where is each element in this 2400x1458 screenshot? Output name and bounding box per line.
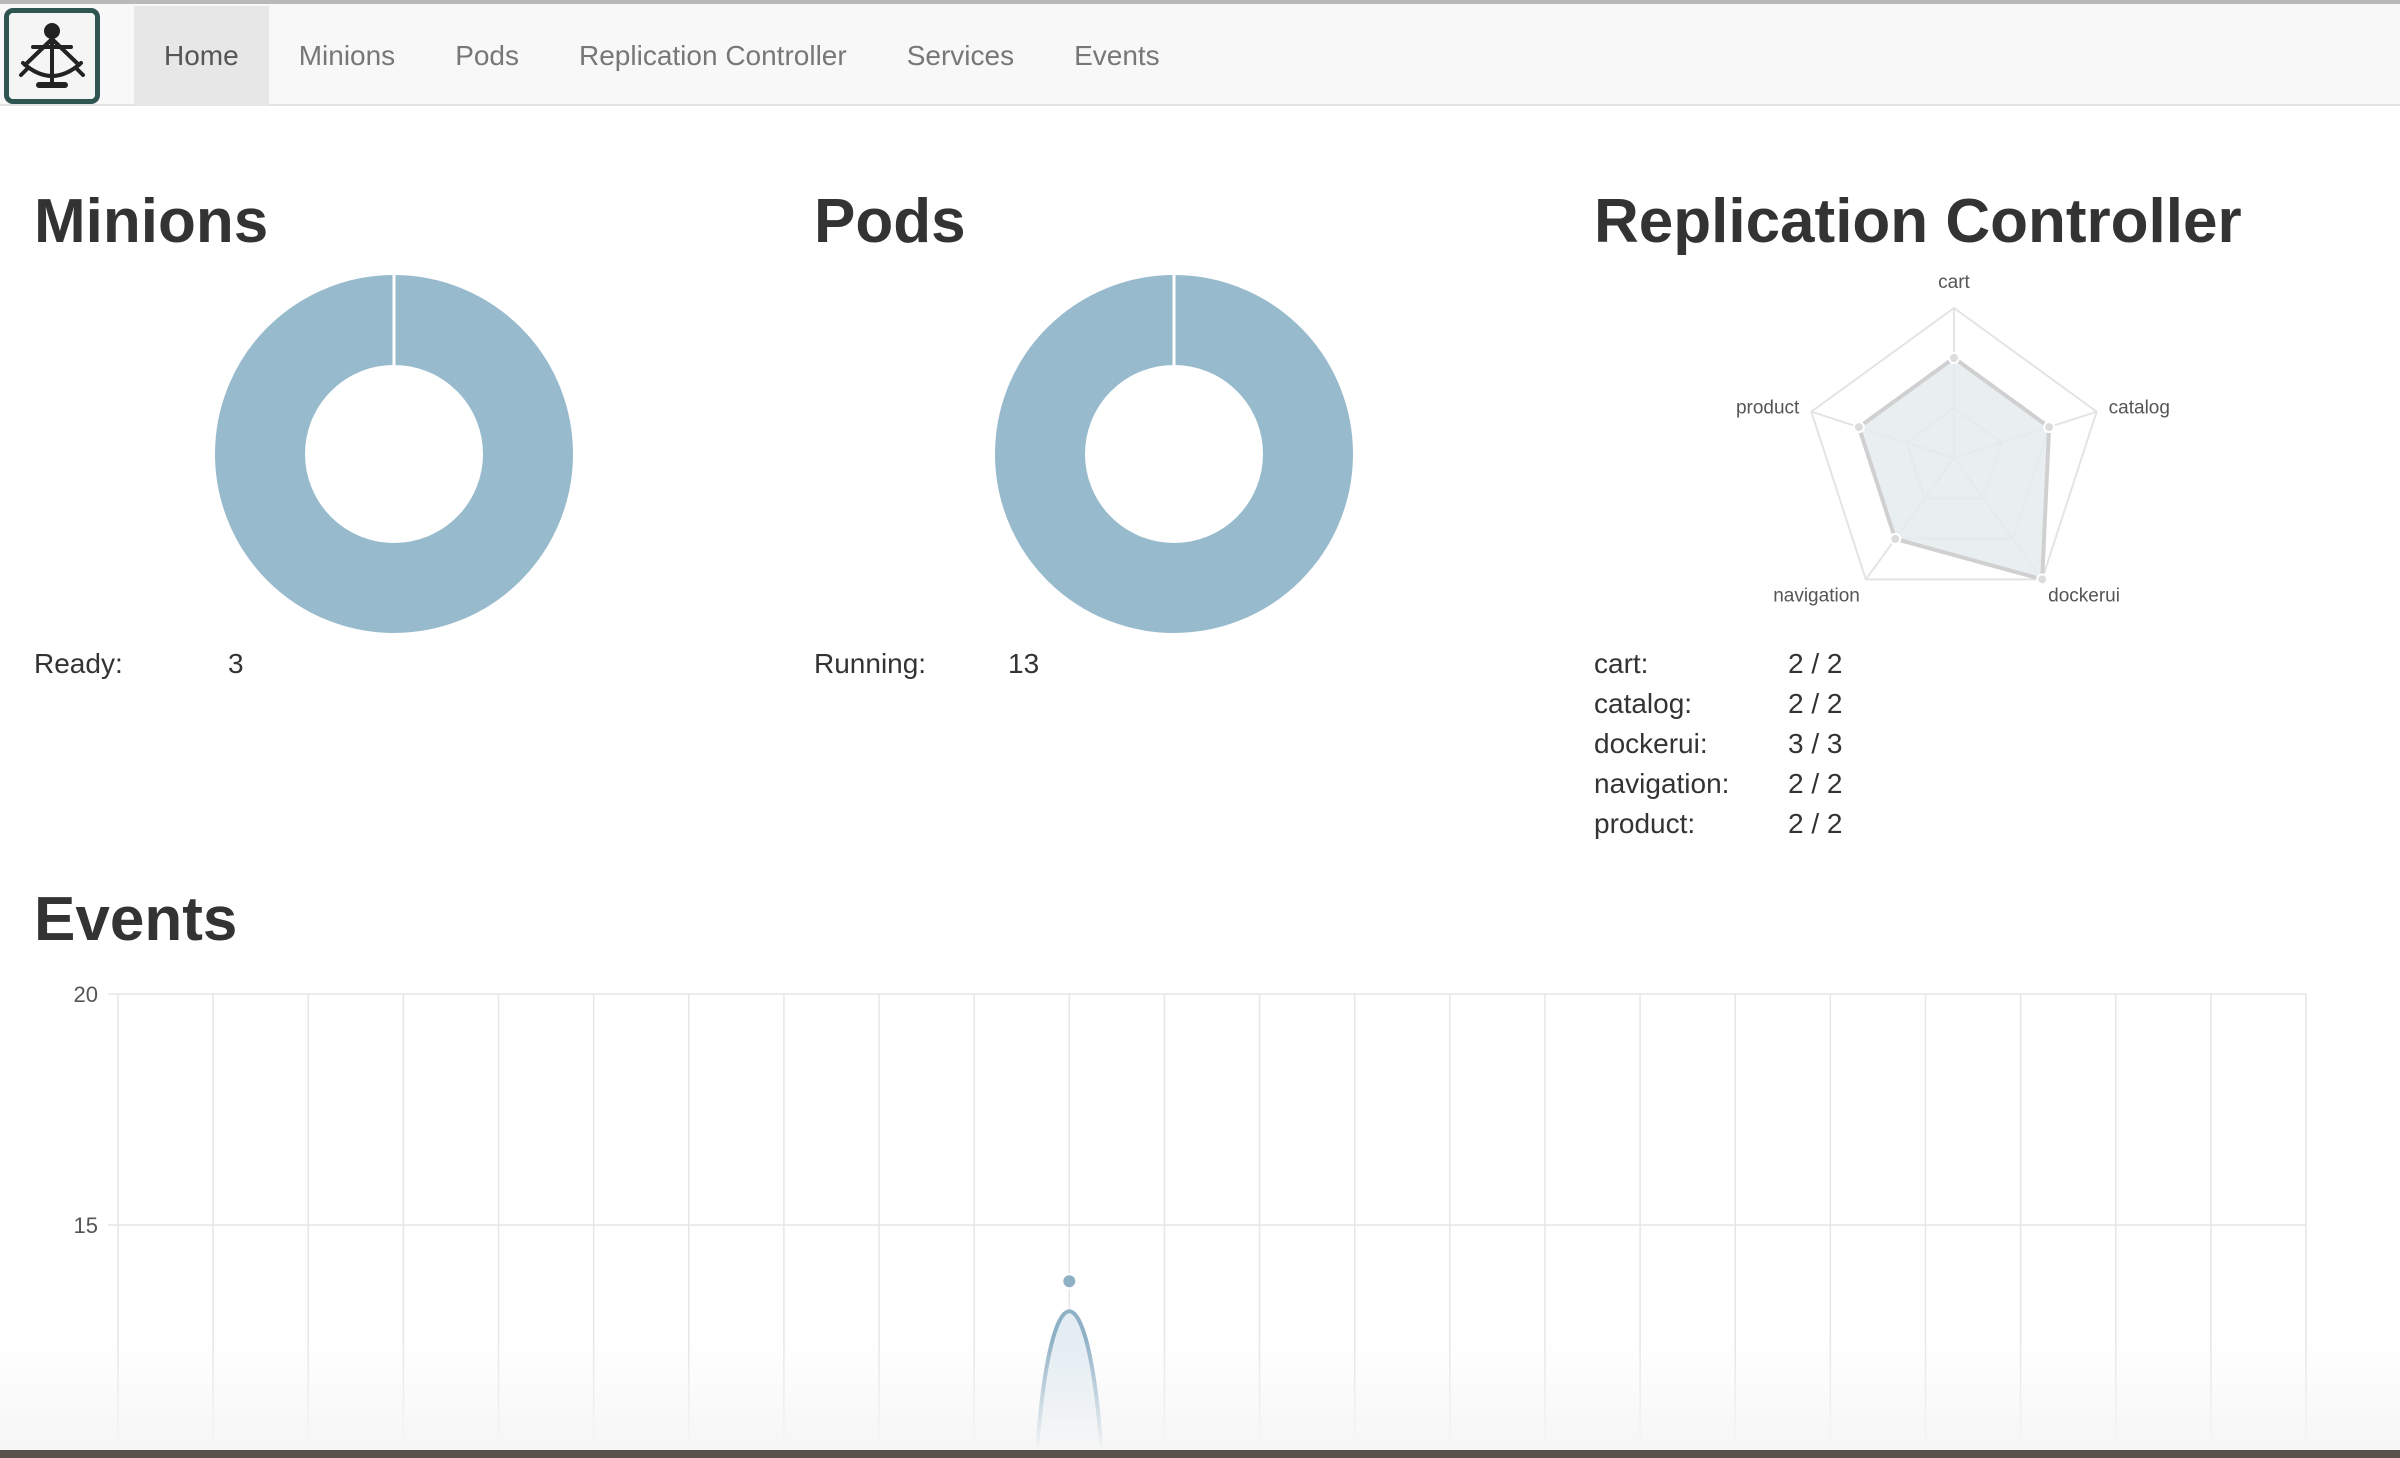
events-line-chart: 201510 (74, 982, 2307, 1458)
stat-value: 2 / 2 (1788, 688, 1843, 719)
radar-point-navigation[interactable] (1889, 532, 1902, 545)
sextant-icon (19, 23, 85, 88)
pods-donut-chart (995, 274, 1353, 633)
main-nav: Home Minions Pods Replication Controller… (134, 6, 1190, 106)
events-area (1036, 1311, 1103, 1458)
pods-title: Pods (814, 187, 966, 256)
stat-label: dockerui: (1594, 728, 1708, 759)
stat-label: navigation: (1594, 768, 1730, 799)
minions-donut-chart (215, 274, 573, 633)
navbar: Home Minions Pods Replication Controller… (0, 4, 2400, 106)
stat-value: 3 (228, 648, 244, 679)
radar-label: cart (1938, 272, 1970, 293)
events-title: Events (34, 885, 238, 954)
stat-label: product: (1594, 808, 1696, 839)
nav-home[interactable]: Home (134, 6, 269, 106)
replication-controller-radar-chart: cart catalog dockerui navigation product (1736, 272, 2170, 606)
nav-pods[interactable]: Pods (425, 6, 549, 106)
radar-series-area (1856, 355, 2052, 582)
stat-value: 3 / 3 (1788, 728, 1843, 759)
radar-label: catalog (2109, 398, 2170, 419)
radar-point-dockerui[interactable] (2036, 573, 2049, 586)
stat-label: cart: (1594, 648, 1649, 679)
brand-logo[interactable] (4, 8, 100, 104)
replication-controller-panel: Replication Controller (1594, 180, 2242, 264)
stat-label: Running: (814, 648, 927, 679)
stat-value: 2 / 2 (1788, 648, 1843, 679)
stat-value: 2 / 2 (1788, 808, 1843, 839)
radar-point-catalog[interactable] (2043, 421, 2056, 434)
nav-minions[interactable]: Minions (269, 6, 425, 106)
radar-label: navigation (1773, 585, 1860, 606)
replication-controller-title: Replication Controller (1594, 187, 2242, 256)
stat-value: 2 / 2 (1788, 768, 1843, 799)
minions-title: Minions (34, 187, 269, 256)
radar-point-cart[interactable] (1948, 352, 1960, 364)
y-tick-label: 15 (74, 1213, 98, 1238)
nav-services[interactable]: Services (877, 6, 1044, 106)
minions-panel: Minions (34, 180, 268, 264)
stat-label: Ready: (34, 648, 123, 679)
events-grid (108, 993, 2307, 1458)
radar-point-product[interactable] (1852, 421, 1865, 434)
radar-label: dockerui (2048, 585, 2120, 606)
stat-label: catalog: (1594, 688, 1693, 719)
window-bottom-border (0, 1450, 2400, 1458)
nav-replication-controller[interactable]: Replication Controller (549, 6, 877, 106)
stat-value: 13 (1008, 648, 1040, 679)
y-tick-label: 20 (74, 982, 98, 1007)
events-point[interactable] (1061, 1273, 1078, 1290)
radar-label: product (1736, 398, 1800, 419)
nav-events[interactable]: Events (1044, 6, 1190, 106)
pods-panel: Pods (814, 180, 966, 264)
